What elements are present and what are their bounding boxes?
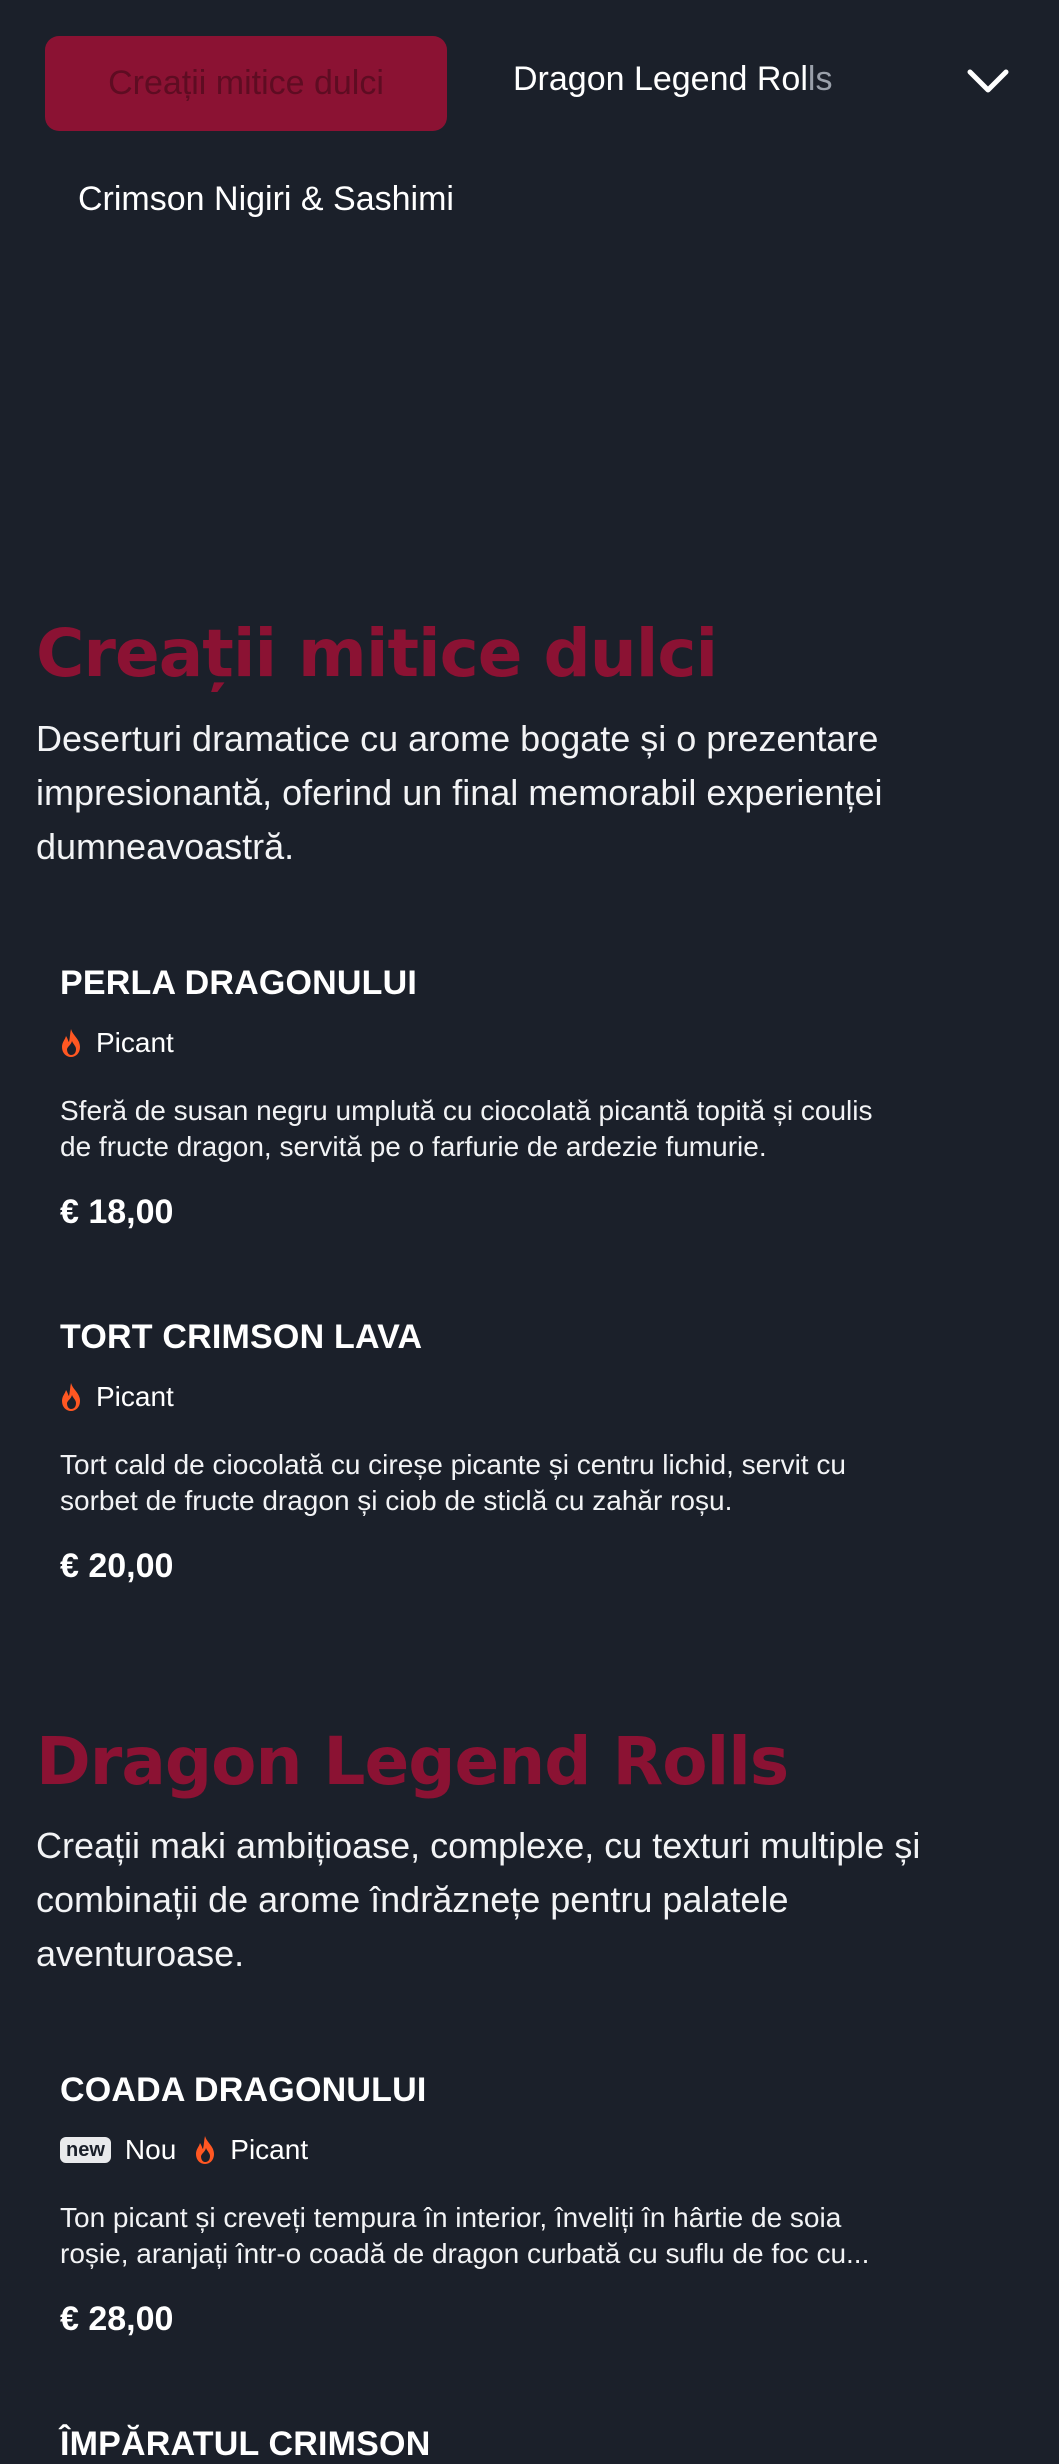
item-description: Sferă de susan negru umplută cu ciocolat…: [60, 1093, 1010, 1165]
category-description-line: Deserturi dramatice cu arome bogate și o…: [36, 718, 879, 759]
item-description-line: sorbet de fructe dragon și ciob de sticl…: [60, 1485, 733, 1516]
category-description: Creații maki ambițioase, complexe, cu te…: [36, 1819, 996, 1981]
flame-icon: [196, 2136, 215, 2164]
tab-creatii-mitice-dulci[interactable]: Creații mitice dulci: [45, 36, 447, 131]
new-badge-icon: new: [60, 2137, 111, 2163]
category-nav: Creații mitice dulci Dragon Legend Rolls…: [0, 0, 1059, 260]
item-description: Tort cald de ciocolată cu cireșe picante…: [60, 1447, 1010, 1519]
category-description-line: aventuroase.: [36, 1933, 245, 1974]
tag-spicy: Picant: [194, 2134, 308, 2166]
category-description-line: Creații maki ambițioase, complexe, cu te…: [36, 1825, 921, 1866]
flame-icon: [62, 1029, 80, 1057]
item-description-line: Ton picant și creveți tempura în interio…: [60, 2202, 842, 2233]
tag-spicy: Picant: [60, 1027, 174, 1059]
item-description: Ton picant și creveți tempura în interio…: [60, 2200, 1010, 2272]
menu-item[interactable]: ÎMPĂRATUL CRIMSON: [60, 2425, 1010, 2464]
chevron-down-icon[interactable]: [964, 62, 1012, 102]
item-description-line: roșie, aranjați într-o coadă de dragon c…: [60, 2238, 870, 2269]
tag-spicy: Picant: [60, 1381, 174, 1413]
menu-item[interactable]: PERLA DRAGONULUI Picant Sferă de susan n…: [60, 964, 1010, 1232]
category-description-line: dumneavoastră.: [36, 826, 295, 867]
category-description: Deserturi dramatice cu arome bogate și o…: [36, 712, 996, 874]
item-tags: new Nou Picant: [60, 2132, 1010, 2168]
tag-label: Picant: [230, 2134, 309, 2165]
category-description-line: impresionantă, oferind un final memorabi…: [36, 772, 883, 813]
tag-new: new Nou: [60, 2134, 176, 2166]
item-price: € 28,00: [60, 2300, 174, 2338]
item-tags: Picant: [60, 1379, 1010, 1415]
tag-label: Picant: [96, 1381, 174, 1412]
item-description-line: Sferă de susan negru umplută cu ciocolat…: [60, 1095, 873, 1126]
category-title: Dragon Legend Rolls: [36, 1723, 789, 1800]
item-description-line: de fructe dragon, servită pe o farfurie …: [60, 1131, 767, 1162]
category-title: Creații mitice dulci: [36, 615, 718, 692]
flame-icon: [62, 1383, 80, 1411]
menu-item[interactable]: TORT CRIMSON LAVA Picant Tort cald de ci…: [60, 1318, 1010, 1586]
tab-label: Dragon Legend Rol: [513, 60, 808, 98]
item-name: COADA DRAGONULUI: [60, 2071, 427, 2109]
item-tags: Picant: [60, 1025, 1010, 1061]
tag-label: Picant: [96, 1027, 174, 1058]
tab-crimson-nigiri-sashimi[interactable]: Crimson Nigiri & Sashimi: [78, 180, 454, 219]
item-name: TORT CRIMSON LAVA: [60, 1318, 423, 1356]
item-price: € 18,00: [60, 1193, 174, 1231]
item-description-line: Tort cald de ciocolată cu cireșe picante…: [60, 1449, 846, 1480]
item-name: PERLA DRAGONULUI: [60, 964, 418, 1002]
tab-dragon-legend-rolls[interactable]: Dragon Legend Rolls: [513, 60, 832, 99]
tab-label-fade: ls: [807, 60, 833, 98]
tag-label: Nou: [124, 2134, 177, 2165]
item-price: € 20,00: [60, 1547, 174, 1585]
category-description-line: combinații de arome îndrăznețe pentru pa…: [36, 1879, 789, 1920]
menu-item[interactable]: COADA DRAGONULUI new Nou Picant Ton pica…: [60, 2071, 1010, 2339]
item-name: ÎMPĂRATUL CRIMSON: [60, 2425, 431, 2463]
